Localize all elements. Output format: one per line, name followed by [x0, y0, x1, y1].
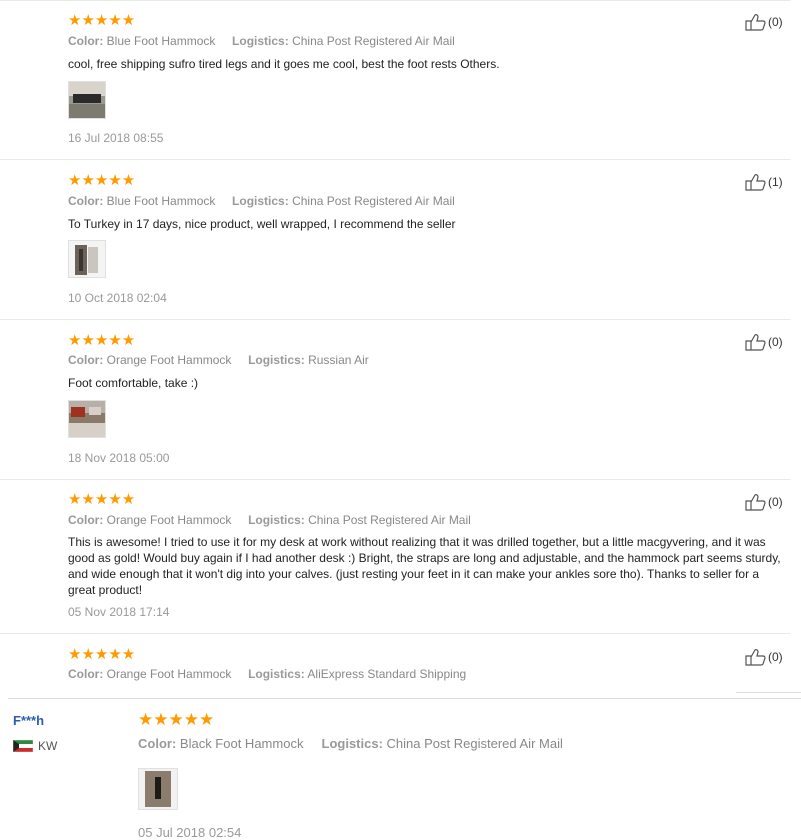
- country-code: KW: [38, 739, 58, 753]
- review-date: 16 Jul 2018 08:55: [68, 131, 164, 145]
- helpful-count: (0): [768, 15, 783, 29]
- color-label: Color:: [138, 736, 177, 751]
- review-text: To Turkey in 17 days, nice product, well…: [68, 217, 456, 231]
- review-text: This is awesome! I tried to use it for m…: [68, 535, 781, 597]
- logistics-label: Logistics:: [248, 513, 305, 527]
- color-value: Orange Foot Hammock: [106, 353, 232, 367]
- review-meta: Color: Blue Foot Hammock Logistics: Chin…: [68, 34, 455, 48]
- helpful-button[interactable]: (0): [745, 333, 783, 351]
- review-photo-thumbnail[interactable]: [68, 240, 106, 278]
- review-date: 10 Oct 2018 02:04: [68, 291, 167, 305]
- divider: [0, 319, 790, 320]
- divider: [736, 692, 801, 693]
- thumbs-up-icon: [745, 14, 766, 31]
- logistics-value: China Post Registered Air Mail: [386, 736, 563, 751]
- helpful-count: (0): [768, 650, 783, 664]
- color-label: Color:: [68, 34, 104, 48]
- color-label: Color:: [68, 353, 104, 367]
- review-text: cool, free shipping sufro tired legs and…: [68, 57, 500, 71]
- reviewer-name[interactable]: F***h: [13, 713, 44, 728]
- divider: [0, 0, 790, 1]
- rating-stars: ★★★★★: [68, 332, 136, 349]
- logistics-label: Logistics:: [248, 353, 305, 367]
- rating-stars: ★★★★★: [68, 172, 136, 189]
- color-value: Blue Foot Hammock: [106, 194, 216, 208]
- helpful-button[interactable]: (0): [745, 648, 783, 666]
- rating-stars: ★★★★★: [68, 491, 136, 508]
- rating-stars: ★★★★★: [68, 12, 136, 29]
- review-photo-thumbnail[interactable]: [68, 400, 106, 438]
- thumbs-up-icon: [745, 174, 766, 191]
- color-label: Color:: [68, 667, 104, 681]
- kuwait-flag-icon: [13, 740, 33, 752]
- rating-stars: ★★★★★: [138, 710, 215, 729]
- helpful-count: (0): [768, 495, 783, 509]
- review-meta: Color: Orange Foot Hammock Logistics: Al…: [68, 667, 466, 681]
- divider: [0, 633, 790, 634]
- divider: [8, 698, 801, 699]
- review-meta: Color: Black Foot Hammock Logistics: Chi…: [138, 736, 563, 751]
- logistics-value: AliExpress Standard Shipping: [307, 667, 467, 681]
- color-label: Color:: [68, 194, 104, 208]
- logistics-label: Logistics:: [248, 667, 305, 681]
- review-meta: Color: Orange Foot Hammock Logistics: Ru…: [68, 353, 369, 367]
- rating-stars: ★★★★★: [68, 646, 136, 663]
- review-meta: Color: Orange Foot Hammock Logistics: Ch…: [68, 513, 471, 527]
- thumbs-up-icon: [745, 494, 766, 511]
- review-photo-thumbnail[interactable]: [138, 768, 178, 810]
- color-value: Orange Foot Hammock: [106, 513, 232, 527]
- review-date: 05 Nov 2018 17:14: [68, 605, 170, 619]
- color-value: Blue Foot Hammock: [106, 34, 216, 48]
- divider: [0, 159, 790, 160]
- review-text: Foot comfortable, take :): [68, 376, 199, 390]
- helpful-button[interactable]: (1): [745, 173, 783, 191]
- logistics-value: China Post Registered Air Mail: [292, 194, 455, 208]
- color-value: Orange Foot Hammock: [106, 667, 232, 681]
- logistics-value: China Post Registered Air Mail: [308, 513, 471, 527]
- color-value: Black Foot Hammock: [179, 736, 304, 751]
- review-meta: Color: Blue Foot Hammock Logistics: Chin…: [68, 194, 455, 208]
- helpful-button[interactable]: (0): [745, 493, 783, 511]
- helpful-count: (1): [768, 175, 783, 189]
- divider: [0, 479, 790, 480]
- logistics-label: Logistics:: [232, 194, 289, 208]
- helpful-count: (0): [768, 335, 783, 349]
- logistics-label: Logistics:: [321, 736, 383, 751]
- thumbs-up-icon: [745, 649, 766, 666]
- review-date: 05 Jul 2018 02:54: [138, 825, 242, 840]
- reviewer-country: KW: [13, 739, 57, 753]
- review-photo-thumbnail[interactable]: [68, 81, 106, 119]
- helpful-button[interactable]: (0): [745, 13, 783, 31]
- thumbs-up-icon: [745, 334, 766, 351]
- color-label: Color:: [68, 513, 104, 527]
- logistics-value: China Post Registered Air Mail: [292, 34, 455, 48]
- logistics-value: Russian Air: [308, 353, 369, 367]
- review-date: 18 Nov 2018 05:00: [68, 451, 170, 465]
- logistics-label: Logistics:: [232, 34, 289, 48]
